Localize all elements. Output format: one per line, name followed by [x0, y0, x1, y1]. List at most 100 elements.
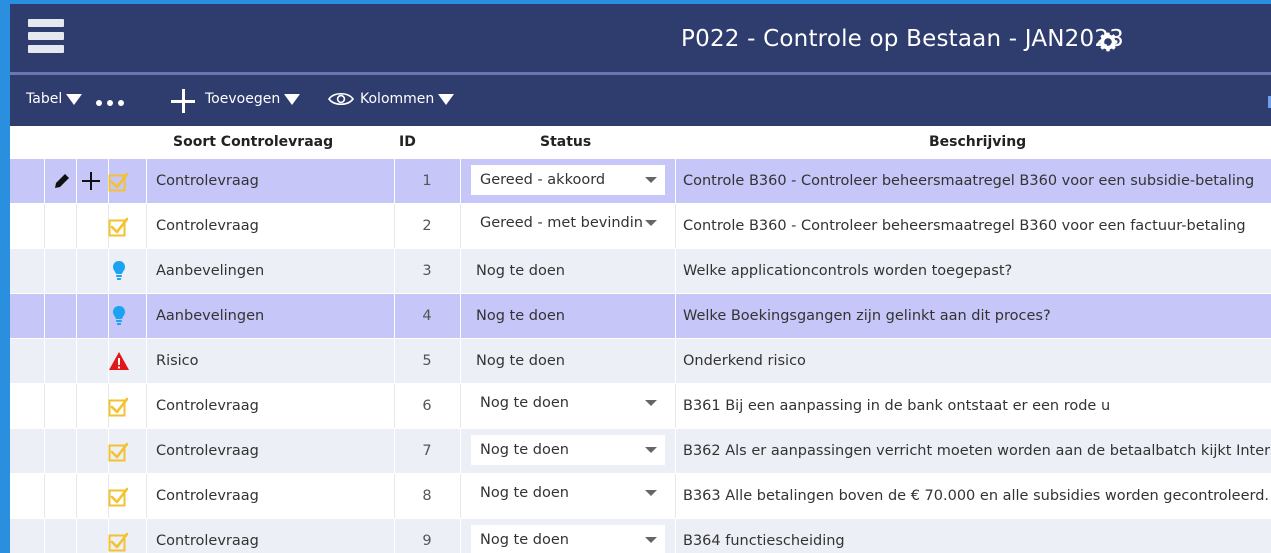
- table-header: Soort Controlevraag ID Status Beschrijvi…: [10, 126, 1271, 160]
- column-divider: [44, 384, 45, 428]
- column-divider: [460, 519, 461, 553]
- status-value: Gereed - akkoord: [480, 172, 606, 188]
- cell-id: 1: [422, 173, 432, 189]
- cell-status: Nog te doen: [476, 263, 565, 279]
- cell-soort: Aanbevelingen: [156, 308, 265, 324]
- view-dropdown[interactable]: Tabel: [26, 91, 83, 107]
- add-label: Toevoegen: [205, 91, 281, 107]
- column-divider: [146, 519, 147, 553]
- column-divider: [76, 159, 77, 203]
- gear-icon[interactable]: [1096, 30, 1120, 54]
- column-divider: [76, 204, 77, 248]
- column-divider: [108, 294, 109, 338]
- header-bar: P022 - Controle op Bestaan - JAN2023: [10, 4, 1271, 72]
- column-header-status[interactable]: Status: [540, 134, 591, 150]
- chevron-down-icon: [645, 400, 657, 406]
- eye-icon: [328, 92, 354, 106]
- column-divider: [146, 339, 147, 383]
- cell-status: Nog te doen: [476, 308, 565, 324]
- status-dropdown[interactable]: Nog te doen: [471, 525, 665, 553]
- table-row[interactable]: Controlevraag 8 Nog te doen B363 Alle betal…: [10, 474, 1271, 518]
- chevron-down-icon: [645, 490, 657, 496]
- chevron-down-icon: [645, 447, 657, 453]
- checkbox-icon: [108, 397, 128, 417]
- column-divider: [460, 339, 461, 383]
- cell-soort: Controlevraag: [156, 488, 259, 504]
- column-divider: [44, 294, 45, 338]
- checkbox-icon: [108, 172, 128, 192]
- column-divider: [76, 474, 77, 518]
- cell-id: 9: [422, 533, 432, 549]
- cell-soort: Controlevraag: [156, 533, 259, 549]
- status-dropdown[interactable]: Nog te doen: [471, 478, 665, 508]
- table-row[interactable]: Aanbevelingen 4 Nog te doen Welke Boekingsg…: [10, 294, 1271, 338]
- cell-id: 5: [422, 353, 432, 369]
- column-divider: [76, 249, 77, 293]
- add-button[interactable]: Toevoegen: [205, 91, 301, 107]
- status-dropdown[interactable]: Nog te doen: [471, 435, 665, 465]
- cell-id: 6: [422, 398, 432, 414]
- columns-button[interactable]: Kolommen: [328, 91, 455, 107]
- status-dropdown[interactable]: Gereed - met bevindin: [471, 208, 665, 238]
- cell-beschrijving: B362 Als er aanpassingen verricht moeten…: [683, 443, 1271, 459]
- cell-beschrijving: Controle B360 - Controleer beheersmaatre…: [683, 218, 1246, 234]
- pencil-icon[interactable]: [52, 171, 72, 191]
- checkbox-icon: [108, 217, 128, 237]
- column-divider: [146, 294, 147, 338]
- cell-id: 3: [422, 263, 432, 279]
- cell-beschrijving: B364 functiescheiding: [683, 533, 845, 549]
- cell-id: 4: [422, 308, 432, 324]
- status-value: Nog te doen: [480, 532, 569, 548]
- table-row[interactable]: Controlevraag 6 Nog te doen B361 Bij een aa…: [10, 384, 1271, 428]
- caret-down-icon: [66, 93, 83, 105]
- column-divider: [146, 159, 147, 203]
- table-row[interactable]: Controlevraag 2 Gereed - met bevindin Contr…: [10, 204, 1271, 248]
- table-row[interactable]: Controlevraag 9 Nog te doen B364 functiesch…: [10, 519, 1271, 553]
- column-divider: [44, 204, 45, 248]
- plus-icon[interactable]: [81, 171, 101, 191]
- column-divider: [460, 294, 461, 338]
- hamburger-icon[interactable]: [28, 19, 64, 53]
- lightbulb-icon: [113, 306, 125, 325]
- status-value: Nog te doen: [480, 395, 569, 411]
- view-label: Tabel: [26, 91, 63, 107]
- cell-id: 7: [422, 443, 432, 459]
- table-row[interactable]: Aanbevelingen 3 Nog te doen Welke applicati…: [10, 249, 1271, 293]
- column-divider: [44, 249, 45, 293]
- status-value: Nog te doen: [480, 485, 569, 501]
- column-header-beschrijving[interactable]: Beschrijving: [929, 134, 1026, 150]
- table-row[interactable]: Controlevraag 7 Nog te doen B362 Als er aan…: [10, 429, 1271, 473]
- column-divider: [460, 429, 461, 473]
- columns-label: Kolommen: [360, 91, 435, 107]
- table-row[interactable]: Risico 5 Nog te doen Onderkend risico: [10, 339, 1271, 383]
- cell-beschrijving: Welke Boekingsgangen zijn gelinkt aan di…: [683, 308, 1051, 324]
- cell-status: Nog te doen: [476, 353, 565, 369]
- column-divider: [146, 429, 147, 473]
- column-divider: [460, 204, 461, 248]
- column-divider: [146, 204, 147, 248]
- plus-icon[interactable]: [171, 89, 195, 113]
- column-divider: [44, 339, 45, 383]
- status-dropdown[interactable]: Gereed - akkoord: [471, 165, 665, 195]
- chevron-down-icon: [645, 537, 657, 543]
- column-header-soort[interactable]: Soort Controlevraag: [173, 134, 333, 150]
- caret-down-icon: [438, 93, 455, 105]
- toolbar: Tabel Toevoegen Kolommen: [10, 75, 1271, 126]
- status-value: Nog te doen: [480, 442, 569, 458]
- more-icon[interactable]: [96, 100, 124, 106]
- column-header-id[interactable]: ID: [399, 134, 416, 150]
- column-divider: [460, 249, 461, 293]
- column-divider: [76, 384, 77, 428]
- column-divider: [460, 159, 461, 203]
- column-divider: [76, 339, 77, 383]
- cell-soort: Controlevraag: [156, 443, 259, 459]
- warning-icon: [109, 352, 129, 370]
- table-row[interactable]: Controlevraag 1 Gereed - akkoord Controle B…: [10, 159, 1271, 203]
- cell-soort: Controlevraag: [156, 218, 259, 234]
- cell-soort: Aanbevelingen: [156, 263, 265, 279]
- status-dropdown[interactable]: Nog te doen: [471, 388, 665, 418]
- cell-id: 8: [422, 488, 432, 504]
- column-divider: [44, 429, 45, 473]
- column-divider: [146, 249, 147, 293]
- lightbulb-icon: [113, 261, 125, 280]
